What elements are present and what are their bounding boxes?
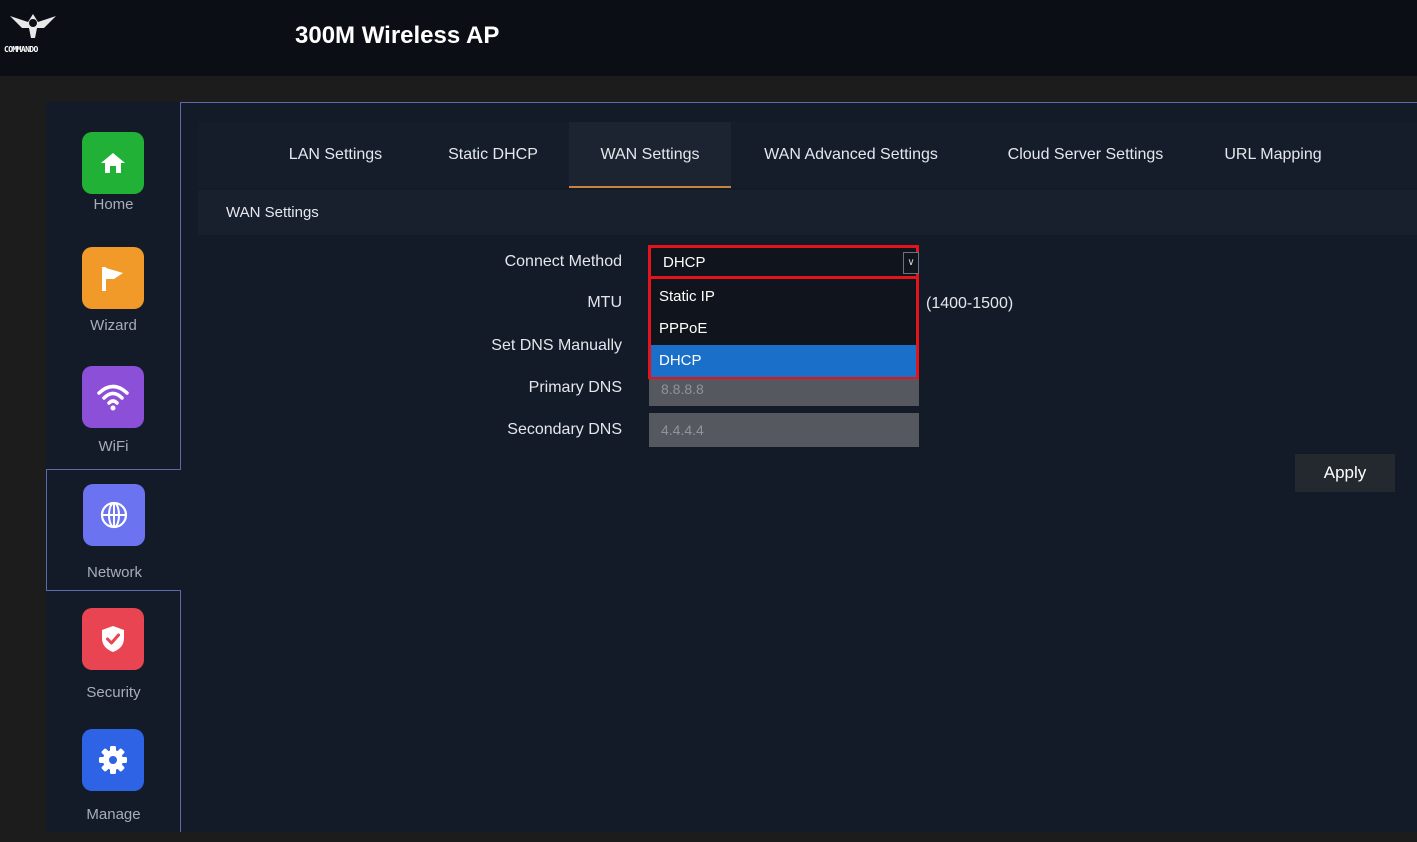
app-title: 300M Wireless AP — [295, 22, 500, 49]
chevron-down-icon[interactable]: ∨ — [903, 252, 919, 274]
sidebar-item-label: WiFi — [98, 438, 129, 455]
home-icon — [82, 132, 144, 194]
sidebar-item-label: Home — [93, 196, 134, 213]
sidebar-item-manage[interactable]: Manage — [46, 722, 181, 842]
connect-method-select[interactable]: DHCP ∨ — [648, 245, 919, 279]
globe-icon — [83, 484, 145, 546]
gear-icon — [82, 729, 144, 791]
mtu-range-hint: (1400-1500) — [926, 295, 1014, 312]
mtu-label: MTU — [587, 294, 622, 311]
shield-check-icon — [82, 608, 144, 670]
wifi-icon — [82, 366, 144, 428]
tab-wan-advanced-settings[interactable]: WAN Advanced Settings — [746, 122, 956, 188]
set-dns-manually-label: Set DNS Manually — [491, 337, 622, 354]
brand-logo: COMMANDO — [4, 8, 64, 56]
tab-bar: LAN Settings Static DHCP WAN Settings WA… — [198, 122, 1417, 188]
secondary-dns-label: Secondary DNS — [507, 421, 622, 438]
sidebar-item-security[interactable]: Security — [46, 602, 181, 722]
option-static-ip[interactable]: Static IP — [651, 281, 916, 313]
option-dhcp[interactable]: DHCP — [651, 345, 916, 377]
sidebar-item-wifi[interactable]: WiFi — [46, 362, 181, 482]
tab-url-mapping[interactable]: URL Mapping — [1208, 122, 1338, 188]
connect-method-value: DHCP — [663, 254, 706, 271]
sidebar-item-label: Security — [86, 684, 141, 701]
connect-method-label: Connect Method — [504, 253, 622, 270]
apply-button[interactable]: Apply — [1295, 454, 1395, 492]
secondary-dns-input[interactable]: 4.4.4.4 — [649, 413, 919, 447]
sidebar-item-network[interactable]: Network — [46, 469, 181, 591]
eagle-icon — [10, 14, 56, 38]
tab-wan-settings[interactable]: WAN Settings — [569, 122, 731, 188]
sidebar-item-label: Network — [86, 564, 142, 581]
section-header: WAN Settings — [198, 190, 1417, 235]
tab-cloud-server-settings[interactable]: Cloud Server Settings — [988, 122, 1183, 188]
sidebar-item-label: Wizard — [90, 317, 137, 334]
tab-static-dhcp[interactable]: Static DHCP — [428, 122, 558, 188]
primary-dns-label: Primary DNS — [528, 379, 622, 396]
sidebar-item-wizard[interactable]: Wizard — [46, 242, 181, 362]
connect-method-dropdown: Static IP PPPoE DHCP — [648, 279, 919, 379]
flag-icon — [82, 247, 144, 309]
sidebar-item-label: Manage — [86, 806, 141, 823]
top-bar: COMMANDO 300M Wireless AP — [0, 0, 1417, 76]
sidebar-item-home[interactable]: Home — [46, 122, 181, 242]
sidebar: Home Wizard WiFi Network Security Manage — [46, 102, 181, 832]
section-title: WAN Settings — [226, 204, 319, 221]
option-pppoe[interactable]: PPPoE — [651, 313, 916, 345]
brand-logo-text: COMMANDO — [4, 45, 38, 54]
tab-lan-settings[interactable]: LAN Settings — [268, 122, 403, 188]
